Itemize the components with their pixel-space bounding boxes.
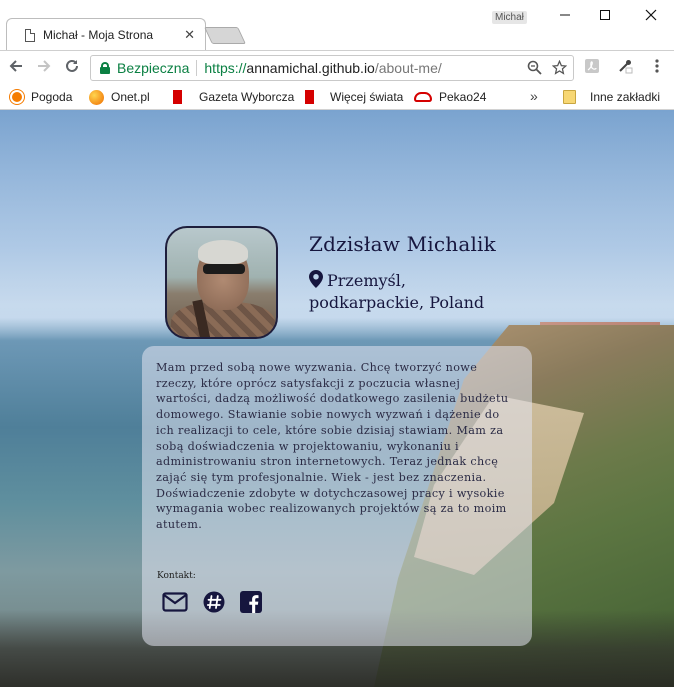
email-icon[interactable]	[162, 589, 188, 615]
address-separator	[196, 60, 198, 76]
bookmark-wiecej-swiata[interactable]: Więcej świata	[305, 88, 403, 106]
sun-icon	[12, 92, 22, 102]
maximize-icon[interactable]	[595, 6, 615, 26]
pdf-extension-icon[interactable]	[582, 58, 602, 78]
page-content: Zdzisław Michalik Przemyśl, podkarpackie…	[0, 110, 674, 687]
security-label[interactable]: Bezpieczna	[117, 60, 189, 76]
location-line2: podkarpackie, Poland	[309, 293, 485, 312]
address-bar[interactable]: Bezpieczna https:// annamichal.github.io…	[90, 55, 574, 81]
browser-title-bar: Michał - Moja Strona ✕ Michał	[0, 0, 674, 50]
profile-button[interactable]: Michał	[492, 11, 527, 24]
bookmark-onet[interactable]: Onet.pl	[89, 88, 150, 106]
page-icon	[25, 28, 35, 42]
onet-icon	[89, 89, 104, 105]
bookmark-pogoda[interactable]: Pogoda	[10, 88, 72, 106]
eyedropper-extension-icon[interactable]	[615, 58, 635, 78]
zoom-icon[interactable]	[527, 56, 542, 82]
more-bookmarks-icon[interactable]: »	[530, 88, 538, 104]
map-pin-icon	[309, 270, 323, 288]
bookmark-label: Więcej świata	[330, 90, 404, 104]
wiecej-swiata-icon	[305, 90, 314, 104]
facebook-icon[interactable]	[238, 589, 264, 615]
menu-icon[interactable]	[647, 58, 667, 78]
bookmarks-bar: Pogoda Onet.pl Gazeta Wyborcza Więcej św…	[0, 84, 674, 110]
lock-icon	[100, 62, 110, 74]
bookmark-gazeta[interactable]: Gazeta Wyborcza	[173, 88, 294, 106]
folder-icon	[563, 90, 576, 104]
bio-text: Mam przed sobą nowe wyzwania. Chcę tworz…	[156, 361, 509, 532]
bookmark-label: Onet.pl	[111, 90, 150, 104]
avatar	[165, 226, 278, 339]
bookmark-label: Pogoda	[31, 90, 73, 104]
forward-icon[interactable]	[33, 57, 55, 79]
other-bookmarks-folder[interactable]: Inne zakładki	[563, 88, 660, 106]
browser-toolbar: Bezpieczna https:// annamichal.github.io…	[0, 50, 674, 84]
gazeta-icon	[173, 90, 182, 104]
minimize-icon[interactable]	[555, 6, 575, 26]
url-host: annamichal.github.io	[246, 60, 375, 76]
bio-card: Mam przed sobą nowe wyzwania. Chcę tworz…	[142, 346, 532, 646]
profile-name: Zdzisław Michalik	[309, 232, 496, 256]
new-tab-button[interactable]	[204, 27, 246, 44]
slack-icon[interactable]	[201, 589, 227, 615]
bookmark-pekao24[interactable]: Pekao24	[414, 88, 486, 106]
url-protocol: https://	[204, 60, 247, 76]
location-line1: Przemyśl,	[327, 271, 406, 290]
profile-location: Przemyśl, podkarpackie, Poland	[309, 270, 509, 314]
tab-title: Michał - Moja Strona	[43, 28, 154, 42]
contact-label: Kontakt:	[157, 571, 196, 581]
bookmark-star-icon[interactable]	[551, 56, 568, 82]
url-path: /about-me/	[374, 60, 442, 76]
window-close-icon[interactable]	[641, 6, 661, 26]
browser-tab[interactable]: Michał - Moja Strona ✕	[6, 18, 206, 50]
bookmark-label: Pekao24	[439, 90, 487, 104]
tab-close-icon[interactable]: ✕	[184, 27, 195, 42]
bookmark-label: Gazeta Wyborcza	[199, 90, 295, 104]
reload-icon[interactable]	[61, 57, 83, 79]
other-bookmarks-label: Inne zakładki	[590, 90, 661, 104]
car-icon	[414, 92, 432, 102]
back-icon[interactable]	[5, 57, 27, 79]
